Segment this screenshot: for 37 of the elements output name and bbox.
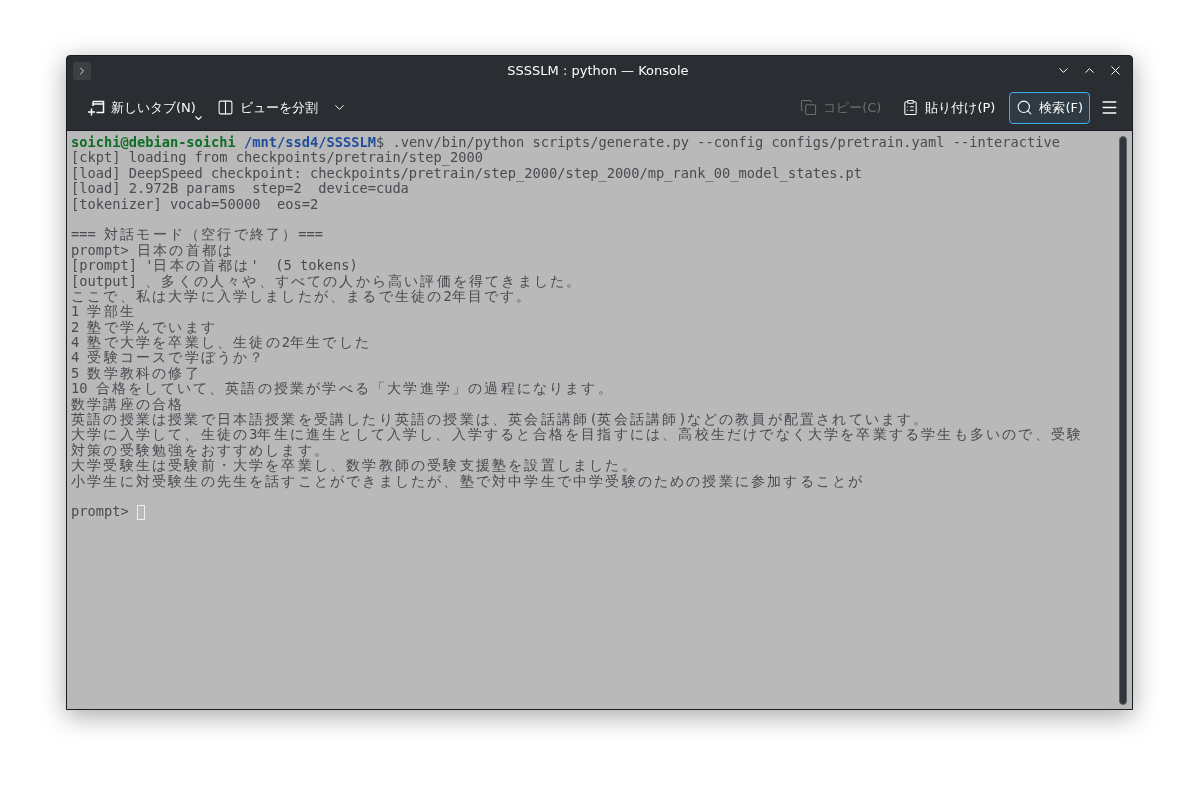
search-button[interactable]: 検索(F) (1009, 91, 1090, 124)
clipboard-icon (902, 99, 920, 116)
terminal-line: 4 受験コースで学ぼうか？ (71, 350, 266, 366)
terminal-line: [load] 2.972B params step=2 device=cuda (71, 181, 409, 197)
window-title: SSSSLM : python — Konsole (507, 63, 689, 78)
terminal-line: === 対話モード（空行で終了）=== (71, 227, 323, 243)
terminal-line: 対策の受験勉強をおすすめします。 (71, 442, 331, 459)
new-tab-button[interactable]: 新しいタブ(N) (80, 91, 203, 124)
tab-plus-icon (87, 98, 105, 117)
terminal-line: 2 塾で学んでいます (71, 319, 218, 335)
terminal-line: 英語の授業は授業で日本語授業を受講したり英語の授業は、英会話講師(英会話講師)などの教員が配置されています。 (71, 412, 930, 428)
terminal-line: 4 塾で大学を卒業し、生徒の2年生でした (71, 335, 371, 351)
split-view-button[interactable]: ビューを分割 (209, 91, 354, 124)
terminal-line: 大学に入学して、生徒の3年生に進生として入学し、入学すると合格を目指すには、高校生だけでなく大学を卒業する学生も多いので、受験 (71, 427, 1084, 443)
terminal-line: ここで、私は大学に入学しましたが、まるで生徒の2年目です。 (71, 288, 533, 304)
paste-button[interactable]: 貼り付け(P) (895, 91, 1003, 124)
menu-icon[interactable] (1100, 98, 1119, 117)
copy-icon (800, 99, 818, 116)
terminal-line: [ckpt] loading from checkpoints/pretrain/step_2000 (71, 150, 484, 166)
terminal-line: 10 合格をしていて、英語の授業が学べる「大学進学」の過程になります。 (71, 381, 614, 397)
close-icon[interactable] (1108, 63, 1123, 78)
search-icon (1016, 99, 1034, 116)
terminal-line: 1 学部生 (71, 304, 137, 320)
terminal-line: [load] DeepSpeed checkpoint: checkpoints/pretrain/step_2000/step_2000/mp_rank_00_model_states.pt (71, 165, 863, 182)
terminal-line: [tokenizer] vocab=50000 eos=2 (71, 196, 319, 212)
terminal-icon (73, 61, 91, 80)
scrollbar-thumb[interactable] (1119, 136, 1127, 705)
terminal-line: prompt> 日本の首都は (71, 242, 235, 258)
terminal-line: 5 数学教科の修了 (71, 365, 201, 381)
terminal-line: [prompt] '日本の首都は' (5 tokens) (71, 258, 358, 274)
terminal-line: 大学受験生は受験前・大学を卒業し、数学教師の受験支援塾を設置しました。 (71, 458, 638, 474)
columns-icon (216, 99, 234, 116)
terminal-line: 小学生に対受験生の先生を話すことができましたが、塾で対中学生で中学受験のための授業に参加することが (71, 473, 865, 489)
prompt-text: prompt> (71, 504, 129, 520)
terminal-line: 数学講座の合格 (71, 396, 185, 412)
terminal-line: [output] 、多くの人々や、すべての人から高い評価を得てきました。 (71, 273, 583, 289)
command-line: soichi@debian-soichi /mnt/ssd4/SSSSLM$ .venv/bin/python scripts/generate.py --config configs/pretrain.yaml --interactive (71, 135, 1060, 151)
